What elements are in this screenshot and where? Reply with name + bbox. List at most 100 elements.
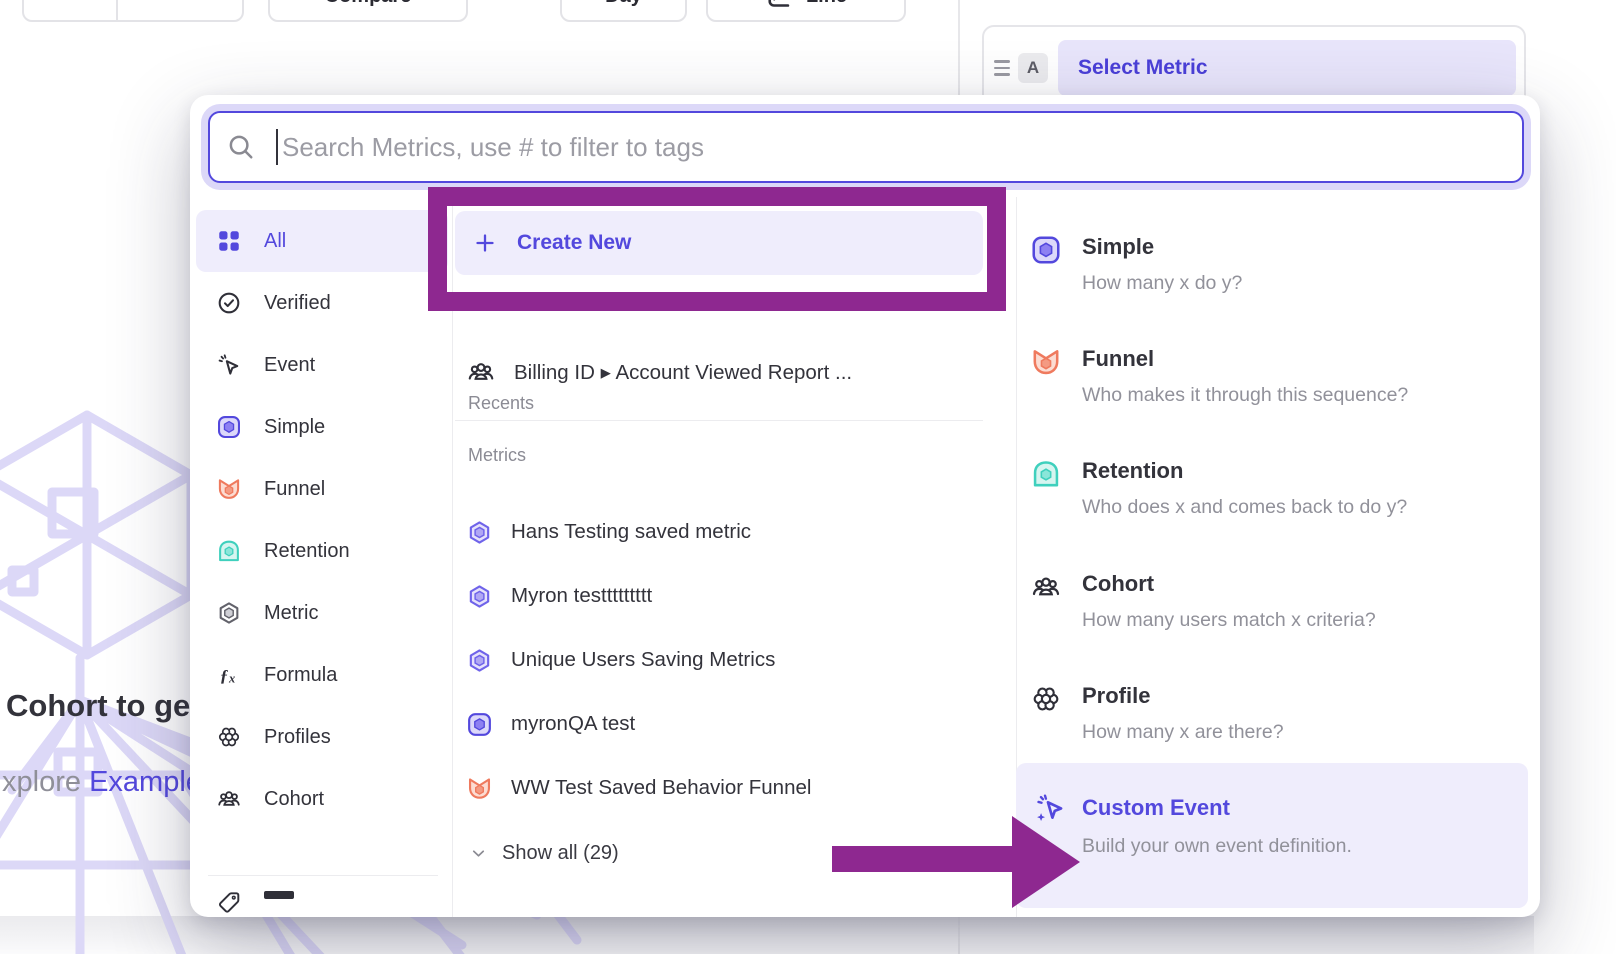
sidebar-item-label: Funnel [264,478,325,501]
type-description: Build your own event definition. [1082,835,1352,858]
search-icon [226,132,256,162]
metric-item-label: Unique Users Saving Metrics [511,648,775,672]
type-description: How many x are there? [1082,721,1284,744]
tag-icon [216,889,242,915]
funnel-icon [1030,346,1062,378]
text-caret [276,129,278,165]
retention-icon [1030,458,1062,490]
sidebar-item-label: Cohort [264,788,324,811]
explore-prefix: xplore [2,766,81,798]
grid-icon [216,228,242,254]
clipped-label-fragment [264,891,294,899]
range-ytd-button[interactable]: YTD [118,0,242,20]
filter-sidebar: All Verified Event Simple Funnel Retenti… [196,210,448,915]
type-title: Custom Event [1082,795,1230,821]
sidebar-item-metric[interactable]: Metric [196,582,448,644]
sidebar-item-label: Metric [264,602,318,625]
day-label: Day [605,0,642,8]
granularity-day-button[interactable]: Day [560,0,687,22]
show-all-label: Show all (29) [502,842,619,865]
retention-icon [216,538,242,564]
type-title: Retention [1082,458,1183,484]
metric-item-label: Myron testtttttttt [511,584,652,608]
verified-badge-icon [216,290,242,316]
metric-types-column: Simple How many x do y? Funnel Who makes… [1016,95,1540,917]
background-explore-line: xplore Example [2,766,217,799]
metric-list-item[interactable]: Unique Users Saving Metrics [455,628,995,692]
type-title: Cohort [1082,571,1154,597]
metric-item-label: myronQA test [511,712,635,736]
range-12m-button[interactable]: 12M [24,0,118,20]
line-chart-icon [765,0,792,10]
simple-metric-icon [466,711,493,738]
sidebar-item-label: Event [264,354,315,377]
sidebar-item-verified[interactable]: Verified [196,272,448,334]
profiles-flower-icon [216,724,242,750]
metric-list-item[interactable]: myronQA test [455,692,995,756]
recent-item-label: Billing ID ▸ Account Viewed Report ... [514,360,852,385]
type-description: How many x do y? [1082,272,1242,295]
event-cursor-icon [216,352,242,378]
annotation-box [428,187,1006,311]
select-metric-pill[interactable]: Select Metric [1058,40,1516,96]
sidebar-item-label: Profiles [264,726,331,749]
show-all-button[interactable]: Show all (29) [469,833,619,873]
funnel-icon [466,775,493,802]
annotation-arrow [832,808,1082,918]
metric-list-item[interactable]: Hans Testing saved metric [455,500,995,564]
example-link[interactable]: Example [89,766,202,798]
type-title: Profile [1082,683,1150,709]
app-window: 12M YTD Compare Day Line A Select Metric [0,0,1616,954]
sidebar-item-event[interactable]: Event [196,334,448,396]
metric-list-item[interactable]: Myron testtttttttt [455,564,995,628]
drag-handle-icon[interactable] [994,60,1010,76]
row-letter-badge: A [1018,53,1048,83]
sidebar-item-profiles[interactable]: Profiles [196,706,448,768]
range-12m-label: 12M [52,0,89,6]
type-description: Who does x and comes back to do y? [1082,496,1407,519]
sidebar-item-label: All [264,230,286,253]
type-description: Who makes it through this sequence? [1082,384,1408,407]
select-metric-label: Select Metric [1078,56,1208,80]
range-ytd-label: YTD [149,0,187,6]
metric-item-label: Hans Testing saved metric [511,520,751,544]
sidebar-item-label: Formula [264,664,337,687]
metric-item-label: WW Test Saved Behavior Funnel [511,776,811,800]
metric-row-a: A Select Metric [994,40,1516,96]
type-title: Funnel [1082,346,1154,372]
sidebar-item-label: Retention [264,540,350,563]
sidebar-item-partial[interactable] [196,889,448,915]
simple-metric-icon [1030,234,1062,266]
type-title: Simple [1082,234,1154,260]
sidebar-divider [208,875,438,876]
chart-type-line-button[interactable]: Line [706,0,906,22]
sidebar-item-label: Verified [264,292,331,315]
sidebar-item-simple[interactable]: Simple [196,396,448,458]
chevron-down-icon [195,0,211,3]
sidebar-item-retention[interactable]: Retention [196,520,448,582]
chevron-down-icon [469,844,488,863]
sidebar-item-all[interactable]: All [196,210,448,272]
metric-hexagon-icon [466,647,493,674]
funnel-icon [216,476,242,502]
row-letter: A [1027,58,1039,78]
recent-item-billing[interactable]: Billing ID ▸ Account Viewed Report ... [455,340,995,404]
profiles-flower-icon [1030,683,1062,715]
cohort-people-icon [466,357,496,387]
type-custom-event[interactable]: Custom Event Build your own event defini… [1016,763,1528,908]
sidebar-item-funnel[interactable]: Funnel [196,458,448,520]
background-headline: Cohort to ge [6,688,190,724]
list-divider [455,420,983,421]
cohort-people-icon [216,786,242,812]
metrics-header: Metrics [468,445,526,466]
line-label: Line [806,0,847,8]
metric-hexagon-icon [466,519,493,546]
compare-button[interactable]: Compare [268,0,468,22]
compare-label: Compare [325,0,412,8]
sidebar-item-label: Simple [264,416,325,439]
simple-metric-icon [216,414,242,440]
cohort-people-icon [1030,571,1062,603]
sidebar-item-formula[interactable]: Formula [196,644,448,706]
sidebar-item-cohort[interactable]: Cohort [196,768,448,830]
date-range-segmented-control: 12M YTD [22,0,244,22]
